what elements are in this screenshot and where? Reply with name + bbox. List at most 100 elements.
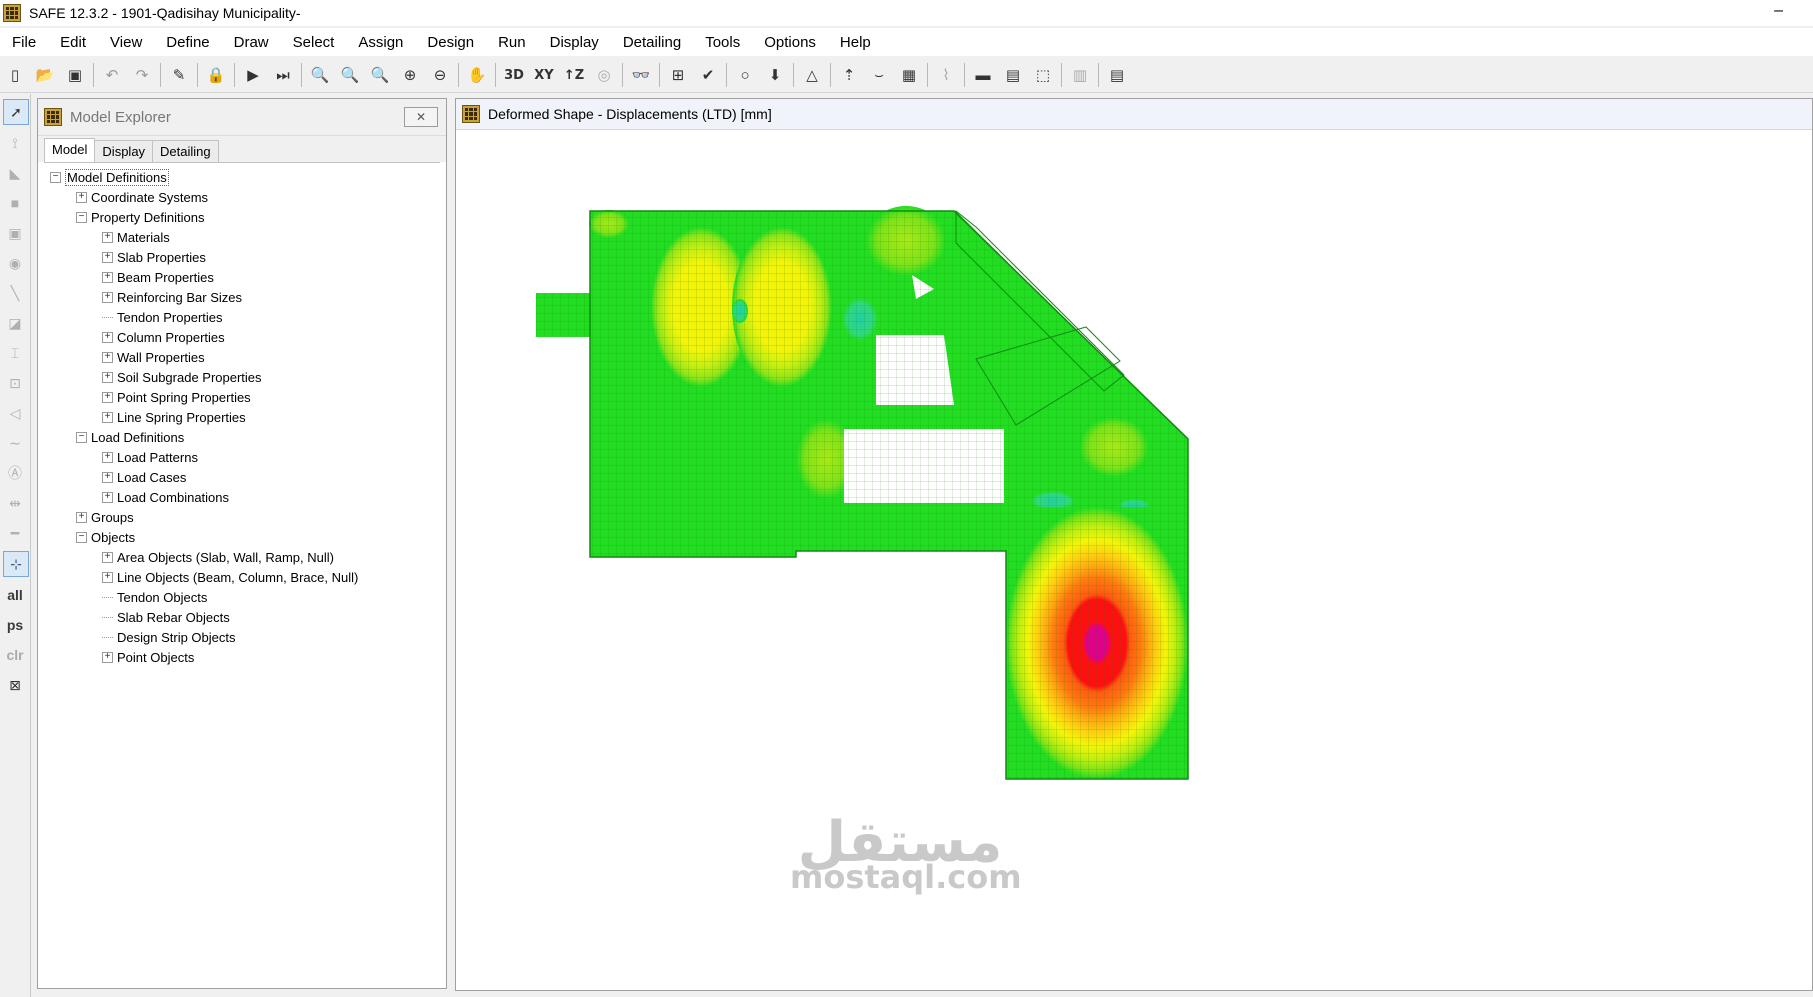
tree-node[interactable]: + Coordinate Systems <box>44 187 440 207</box>
expand-icon[interactable]: + <box>102 391 113 403</box>
draw-wall-icon[interactable]: ⊡ <box>3 371 27 395</box>
menu-design[interactable]: Design <box>415 34 486 51</box>
expand-icon[interactable]: + <box>102 271 113 283</box>
tree-node-label[interactable]: Tendon Objects <box>117 590 207 605</box>
zoom-previous-icon[interactable]: 🔍 <box>367 62 393 88</box>
menu-view[interactable]: View <box>98 34 154 51</box>
pointer-icon[interactable]: ➚ <box>3 99 29 125</box>
draw-column-icon[interactable]: ⌶ <box>3 341 27 365</box>
rotate-icon[interactable]: ◎ <box>591 62 617 88</box>
draw-beam-icon[interactable]: ◪ <box>3 311 27 335</box>
tab-model[interactable]: Model <box>44 138 96 162</box>
tree-node[interactable]: Tendon Objects <box>44 587 440 607</box>
menu-tools[interactable]: Tools <box>693 34 752 51</box>
expand-icon[interactable]: + <box>76 511 87 523</box>
draw-rectangle-icon[interactable]: ■ <box>3 191 27 215</box>
tree-node-label[interactable]: Slab Properties <box>117 250 206 265</box>
tree-node[interactable]: + Materials <box>44 227 440 247</box>
tree-node-label[interactable]: Reinforcing Bar Sizes <box>117 290 242 305</box>
open-file-icon[interactable]: 📂 <box>32 62 58 88</box>
glasses-icon[interactable]: 👓 <box>628 62 654 88</box>
expand-icon[interactable]: + <box>102 371 113 383</box>
lock-icon[interactable]: 🔒 <box>203 62 229 88</box>
expand-icon[interactable]: + <box>102 491 113 503</box>
tree-node-label[interactable]: Property Definitions <box>91 210 204 225</box>
tree-node[interactable]: − Objects <box>44 527 440 547</box>
tree-node-label[interactable]: Point Spring Properties <box>117 390 251 405</box>
tree-node[interactable]: + Line Objects (Beam, Column, Brace, Null… <box>44 567 440 587</box>
tree-node-label[interactable]: Area Objects (Slab, Wall, Ramp, Null) <box>117 550 334 565</box>
tree-node-label[interactable]: Column Properties <box>117 330 225 345</box>
menu-draw[interactable]: Draw <box>222 34 281 51</box>
tree-node[interactable]: + Load Patterns <box>44 447 440 467</box>
tree-node-label[interactable]: Tendon Properties <box>117 310 223 325</box>
tree-node[interactable]: + Beam Properties <box>44 267 440 287</box>
new-file-icon[interactable]: ▯ <box>2 62 28 88</box>
expand-icon[interactable]: + <box>102 551 113 563</box>
collapse-icon[interactable]: − <box>76 211 87 223</box>
snap-icon[interactable]: ⊹ <box>3 551 29 577</box>
reaction-icon[interactable]: ⇡ <box>836 62 862 88</box>
check-icon[interactable]: ✔ <box>695 62 721 88</box>
expand-icon[interactable]: + <box>102 251 113 263</box>
zoom-restore-icon[interactable]: 🔍 <box>337 62 363 88</box>
menu-display[interactable]: Display <box>538 34 611 51</box>
menu-edit[interactable]: Edit <box>48 34 98 51</box>
expand-icon[interactable]: + <box>102 331 113 343</box>
zoom-in-icon[interactable]: ⊕ <box>397 62 423 88</box>
tree-node-label[interactable]: Load Combinations <box>117 490 229 505</box>
model-viewport[interactable]: Deformed Shape - Displacements (LTD) [mm… <box>455 98 1813 991</box>
tree-node-label[interactable]: Model Definitions <box>65 168 169 186</box>
circle-icon[interactable]: ○ <box>732 62 758 88</box>
collapse-icon[interactable]: − <box>76 431 87 443</box>
draw-ramp-icon[interactable]: ◁ <box>3 401 27 425</box>
menu-run[interactable]: Run <box>486 34 538 51</box>
table-icon[interactable]: ▤ <box>1104 62 1130 88</box>
tree-node[interactable]: + Load Cases <box>44 467 440 487</box>
tree-node-label[interactable]: Groups <box>91 510 134 525</box>
tree-node-label[interactable]: Beam Properties <box>117 270 214 285</box>
tab-detailing[interactable]: Detailing <box>152 140 219 162</box>
tree-node[interactable]: + Point Objects <box>44 647 440 667</box>
tree-node[interactable]: + Soil Subgrade Properties <box>44 367 440 387</box>
contour-icon[interactable]: ▦ <box>896 62 922 88</box>
run-step-icon[interactable]: ⏭ <box>270 62 296 88</box>
menu-options[interactable]: Options <box>752 34 828 51</box>
redo-icon[interactable]: ↷ <box>129 62 155 88</box>
draw-line-icon[interactable]: ╲ <box>3 281 27 305</box>
menu-select[interactable]: Select <box>281 34 347 51</box>
tree-node[interactable]: − Model Definitions <box>44 167 440 187</box>
pencil-icon[interactable]: ✎ <box>166 62 192 88</box>
close-icon[interactable]: ✕ <box>404 107 438 127</box>
zoom-out-icon[interactable]: ⊖ <box>427 62 453 88</box>
tree-node[interactable]: − Load Definitions <box>44 427 440 447</box>
view-z-button[interactable]: ↑Z <box>561 62 587 88</box>
draw-area-icon[interactable]: ◣ <box>3 161 27 185</box>
tree-node[interactable]: + Column Properties <box>44 327 440 347</box>
draw-point-icon[interactable]: Ⓐ <box>3 461 27 485</box>
dimension-icon[interactable]: ⇹ <box>3 491 27 515</box>
deformed-shape-plot[interactable] <box>456 129 1812 990</box>
tree-node[interactable]: + Line Spring Properties <box>44 407 440 427</box>
pan-hand-icon[interactable]: ✋ <box>464 62 490 88</box>
tree-node-label[interactable]: Load Cases <box>117 470 186 485</box>
tree-node-label[interactable]: Soil Subgrade Properties <box>117 370 262 385</box>
view-3d-button[interactable]: 3D <box>501 62 527 88</box>
menu-assign[interactable]: Assign <box>346 34 415 51</box>
minimize-button[interactable]: – <box>1774 2 1783 20</box>
tree-node[interactable]: + Slab Properties <box>44 247 440 267</box>
tree-node-label[interactable]: Point Objects <box>117 650 194 665</box>
tree-node[interactable]: Tendon Properties <box>44 307 440 327</box>
expand-icon[interactable]: + <box>102 471 113 483</box>
run-analysis-icon[interactable]: ▶ <box>240 62 266 88</box>
tree-node[interactable]: + Area Objects (Slab, Wall, Ramp, Null) <box>44 547 440 567</box>
strip-icon[interactable]: ⌇ <box>933 62 959 88</box>
tree-node-label[interactable]: Objects <box>91 530 135 545</box>
tree-node-label[interactable]: Line Spring Properties <box>117 410 246 425</box>
tree-node-label[interactable]: Design Strip Objects <box>117 630 236 645</box>
expand-icon[interactable]: + <box>102 351 113 363</box>
collapse-icon[interactable]: − <box>76 531 87 543</box>
beam-icon[interactable]: ▬ <box>970 62 996 88</box>
menu-define[interactable]: Define <box>154 34 221 51</box>
draw-opening-icon[interactable]: ◉ <box>3 251 27 275</box>
